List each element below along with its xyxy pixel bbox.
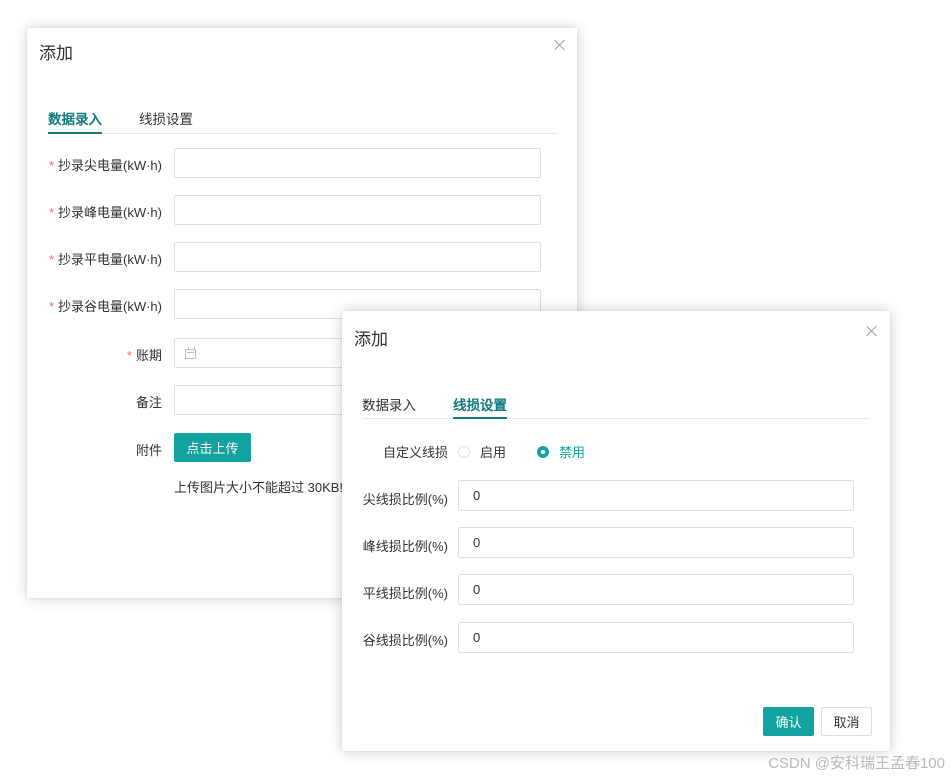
input-peak-top[interactable] [174, 148, 541, 178]
input-flat[interactable] [174, 242, 541, 272]
radio-checked-icon [537, 445, 549, 458]
field-label-valley-loss: 谷线损比例(%) [362, 633, 448, 648]
input-peak-loss[interactable]: 0 [458, 527, 854, 558]
upload-button[interactable]: 点击上传 [174, 433, 251, 462]
tabs-divider [48, 133, 558, 134]
close-icon[interactable] [865, 324, 879, 338]
field-label-peak-top: * 抄录尖电量(kW·h) [48, 158, 162, 173]
field-label-peak: * 抄录峰电量(kW·h) [48, 205, 162, 220]
radio-disable[interactable]: 禁用 [537, 442, 585, 461]
input-peak-top-loss[interactable]: 0 [458, 480, 854, 511]
field-label-peak-top-loss: 尖线损比例(%) [362, 492, 448, 507]
input-flat-loss[interactable]: 0 [458, 574, 854, 605]
cancel-button[interactable]: 取消 [821, 707, 872, 736]
radio-circle-icon [458, 445, 470, 458]
tab-line-loss[interactable]: 线损设置 [453, 394, 507, 414]
required-mark: * [48, 158, 54, 173]
upload-hint: 上传图片大小不能超过 30KB! [174, 480, 344, 495]
field-label-billing-period: * 账期 [126, 348, 162, 363]
required-mark: * [48, 205, 54, 220]
tab-data-entry[interactable]: 数据录入 [362, 394, 416, 414]
input-peak[interactable] [174, 195, 541, 225]
field-label-flat: * 抄录平电量(kW·h) [48, 252, 162, 267]
calendar-icon [185, 347, 196, 359]
confirm-button[interactable]: 确认 [763, 707, 814, 736]
dialog-title: 添加 [354, 330, 388, 349]
field-label-flat-loss: 平线损比例(%) [362, 586, 448, 601]
close-icon[interactable] [553, 38, 567, 52]
custom-loss-label: 自定义线损 [382, 445, 448, 460]
required-mark: * [126, 348, 132, 363]
input-valley-loss[interactable]: 0 [458, 622, 854, 653]
dialog-title: 添加 [39, 44, 73, 63]
required-mark: * [48, 299, 54, 314]
tab-line-loss[interactable]: 线损设置 [139, 108, 193, 128]
dialog-line-loss: 添加 数据录入 线损设置 自定义线损 启用 禁用 尖线损比例(%) 0 峰线损比… [342, 311, 890, 751]
tabs-divider [362, 418, 870, 419]
field-label-valley: * 抄录谷电量(kW·h) [48, 299, 162, 314]
radio-enable[interactable]: 启用 [458, 442, 506, 461]
active-tab-indicator [48, 132, 102, 134]
attachment-label: 附件 [135, 443, 162, 458]
required-mark: * [48, 252, 54, 267]
field-label-remark: 备注 [135, 395, 162, 410]
watermark: CSDN @安科瑞王孟春100 [768, 755, 945, 772]
field-label-peak-loss: 峰线损比例(%) [362, 539, 448, 554]
tab-data-entry[interactable]: 数据录入 [48, 108, 102, 128]
active-tab-indicator [453, 417, 507, 419]
